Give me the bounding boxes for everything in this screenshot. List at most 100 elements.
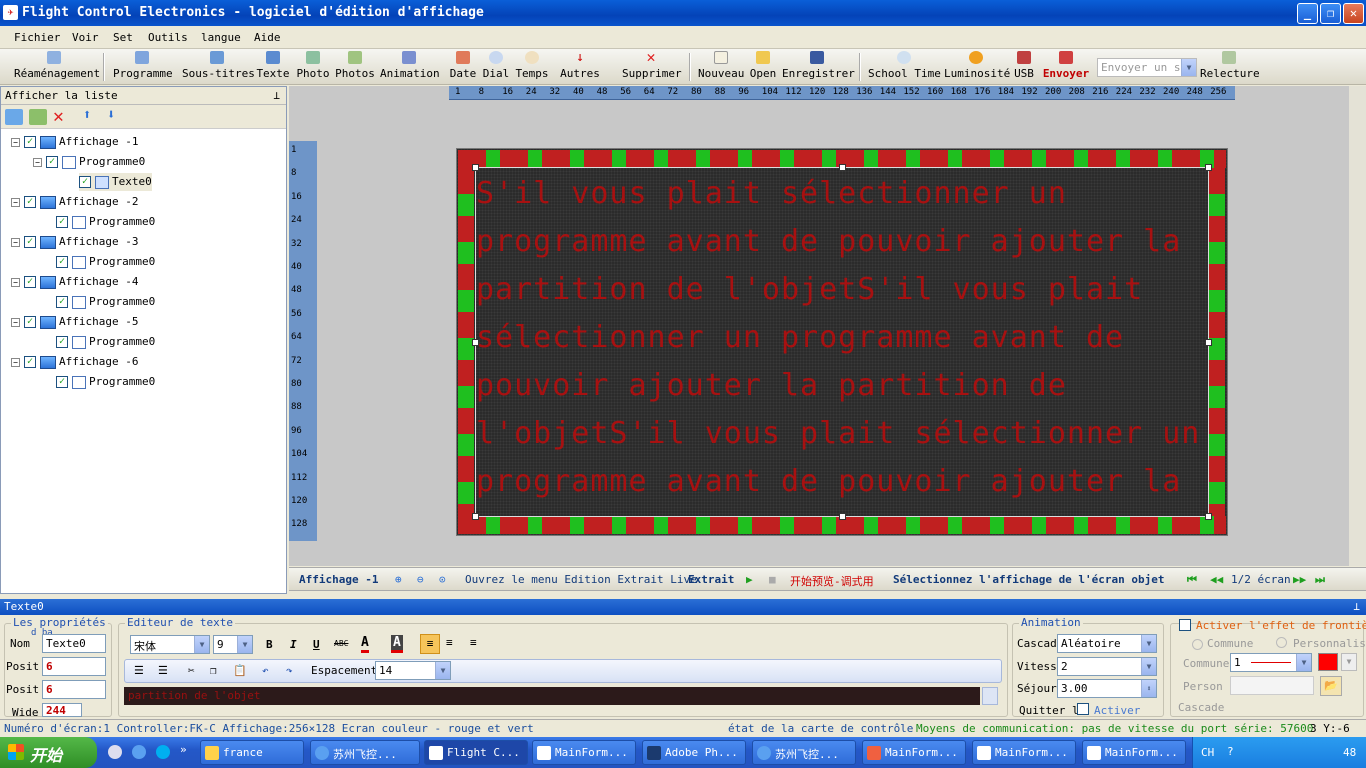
name-field[interactable]: Texte0 bbox=[42, 634, 106, 653]
paste-icon[interactable]: 📋 bbox=[233, 664, 247, 677]
tree-item-display-6[interactable]: − ✓ Affichage -6 bbox=[11, 353, 138, 371]
tree-item-program[interactable]: − ✓ Programme0 bbox=[33, 153, 145, 171]
subtitles-button[interactable]: Sous-titres bbox=[182, 51, 255, 83]
taskbar-item[interactable]: MainForm... bbox=[532, 740, 636, 765]
extrait-button[interactable]: Extrait bbox=[688, 573, 734, 586]
resize-handle[interactable] bbox=[472, 339, 479, 346]
collapse-icon[interactable]: − bbox=[11, 357, 20, 367]
send-button[interactable]: Envoyer bbox=[1040, 51, 1092, 83]
date-button[interactable]: Date bbox=[449, 51, 477, 83]
taskbar-item[interactable]: Adobe Ph... bbox=[642, 740, 746, 765]
relecture-button[interactable]: Relecture bbox=[1200, 51, 1260, 83]
spacing-select[interactable]: 14 ▼ bbox=[375, 661, 451, 680]
first-page-icon[interactable]: ⏮ bbox=[1187, 573, 1197, 587]
chevron-down-icon[interactable]: ▼ bbox=[1341, 653, 1357, 671]
align-center-button[interactable]: ≡ bbox=[446, 636, 453, 649]
time-button[interactable]: Temps bbox=[514, 51, 550, 83]
commune-radio[interactable] bbox=[1192, 639, 1203, 650]
checkbox-checked[interactable]: ✓ bbox=[56, 256, 68, 268]
checkbox-checked[interactable]: ✓ bbox=[24, 356, 36, 368]
move-up-icon[interactable]: ⬆ bbox=[83, 107, 91, 123]
stop-icon[interactable]: ■ bbox=[769, 573, 776, 586]
chevron-right-icon[interactable]: » bbox=[180, 743, 187, 756]
quicklaunch-icon[interactable] bbox=[108, 745, 122, 759]
tree-item-program[interactable]: ✓ Programme0 bbox=[56, 213, 155, 231]
font-size-select[interactable]: 9 ▼ bbox=[213, 635, 253, 654]
checkbox-checked[interactable]: ✓ bbox=[24, 196, 36, 208]
tree-item-display-1[interactable]: − ✓ Affichage -1 bbox=[11, 133, 138, 151]
send-mode-select[interactable]: Envoyer un se ▼ bbox=[1097, 58, 1197, 77]
redo-icon[interactable]: ↷ bbox=[286, 664, 293, 677]
posit-x-field[interactable]: 6 bbox=[42, 657, 106, 676]
photos-button[interactable]: Photos bbox=[335, 51, 375, 83]
help-icon[interactable]: ? bbox=[1227, 745, 1234, 758]
usb-button[interactable]: USB bbox=[1012, 51, 1036, 83]
checkbox-checked[interactable]: ✓ bbox=[56, 376, 68, 388]
pin-icon[interactable]: ⊥ bbox=[1353, 600, 1360, 613]
taskbar-item[interactable]: 苏州飞控... bbox=[752, 740, 856, 765]
delete-icon[interactable]: ✕ bbox=[53, 106, 64, 127]
collapse-icon[interactable]: − bbox=[11, 237, 20, 247]
menu-outils[interactable]: Outils bbox=[148, 31, 188, 44]
tree-item-program[interactable]: ✓ Programme0 bbox=[56, 333, 155, 351]
play-icon[interactable]: ▶ bbox=[746, 573, 753, 586]
next-page-icon[interactable]: ▶▶ bbox=[1293, 573, 1306, 586]
save-button[interactable]: Enregistrer bbox=[782, 51, 855, 83]
background-color-button[interactable]: A bbox=[391, 635, 403, 653]
new-button[interactable]: Nouveau bbox=[698, 51, 744, 83]
checkbox-checked[interactable]: ✓ bbox=[46, 156, 58, 168]
add-program-icon[interactable] bbox=[29, 109, 47, 125]
zoom-out-icon[interactable]: ⊖ bbox=[417, 573, 424, 586]
zoom-in-icon[interactable]: ⊕ bbox=[395, 573, 402, 586]
animation-button[interactable]: Animation bbox=[380, 51, 440, 83]
collapse-icon[interactable]: − bbox=[11, 277, 20, 287]
tree-item-display-2[interactable]: − ✓ Affichage -2 bbox=[11, 193, 138, 211]
resize-handle[interactable] bbox=[1205, 339, 1212, 346]
tree-item-program[interactable]: ✓ Programme0 bbox=[56, 373, 155, 391]
vertical-scrollbar[interactable] bbox=[1349, 86, 1366, 566]
activate-checkbox[interactable] bbox=[1077, 703, 1089, 715]
italic-button[interactable]: I bbox=[290, 638, 297, 651]
text-edit-area[interactable]: partition de l'objet bbox=[124, 687, 980, 705]
cut-icon[interactable]: ✂ bbox=[188, 664, 195, 677]
resize-handle[interactable] bbox=[472, 513, 479, 520]
checkbox-checked[interactable]: ✓ bbox=[24, 136, 36, 148]
school-time-button[interactable]: School Time bbox=[868, 51, 941, 83]
checkbox-checked[interactable]: ✓ bbox=[24, 236, 36, 248]
close-button[interactable]: ✕ bbox=[1343, 3, 1364, 24]
move-down-icon[interactable]: ⬇ bbox=[107, 107, 115, 123]
menu-set[interactable]: Set bbox=[113, 31, 133, 44]
resize-handle[interactable] bbox=[839, 164, 846, 171]
align-right-button[interactable]: ≡ bbox=[470, 636, 477, 649]
pin-icon[interactable]: ⊥ bbox=[273, 89, 280, 102]
collapse-icon[interactable]: − bbox=[33, 157, 42, 167]
tree-item-display-4[interactable]: − ✓ Affichage -4 bbox=[11, 273, 138, 291]
minimize-button[interactable]: _ bbox=[1297, 3, 1318, 24]
align-left-button[interactable]: ≡ bbox=[420, 634, 440, 654]
menu-aide[interactable]: Aide bbox=[254, 31, 281, 44]
font-color-button[interactable]: A bbox=[361, 635, 369, 653]
photo-button[interactable]: Photo bbox=[296, 51, 330, 83]
zoom-fit-icon[interactable]: ⊙ bbox=[439, 573, 446, 586]
start-button[interactable]: 开始 bbox=[0, 737, 97, 768]
dial-button[interactable]: Dial bbox=[482, 51, 510, 83]
checkbox-checked[interactable]: ✓ bbox=[79, 176, 91, 188]
border-style-select[interactable]: 1 ▼ bbox=[1230, 653, 1312, 672]
checkbox-checked[interactable]: ✓ bbox=[56, 296, 68, 308]
wide-field[interactable]: 244 bbox=[42, 703, 82, 717]
taskbar-item[interactable]: MainForm... bbox=[972, 740, 1076, 765]
copy-icon[interactable]: ❐ bbox=[210, 664, 217, 677]
taskbar-item[interactable]: MainForm... bbox=[1082, 740, 1186, 765]
border-effect-checkbox[interactable] bbox=[1179, 619, 1191, 631]
underline-button[interactable]: U bbox=[313, 638, 320, 651]
prev-page-icon[interactable]: ◀◀ bbox=[1210, 573, 1223, 586]
checkbox-checked[interactable]: ✓ bbox=[24, 316, 36, 328]
language-indicator[interactable]: CH bbox=[1201, 746, 1214, 759]
resize-handle[interactable] bbox=[472, 164, 479, 171]
edit-menu-hint[interactable]: Ouvrez le menu Edition Extrait Live bbox=[465, 573, 697, 586]
taskbar-item[interactable]: MainForm... bbox=[862, 740, 966, 765]
speed-select[interactable]: 2 ▼ bbox=[1057, 657, 1157, 676]
start-preview-button[interactable]: 开始预览-调式用 bbox=[790, 573, 874, 589]
checkbox-checked[interactable]: ✓ bbox=[24, 276, 36, 288]
custom-border-field[interactable] bbox=[1230, 676, 1314, 695]
